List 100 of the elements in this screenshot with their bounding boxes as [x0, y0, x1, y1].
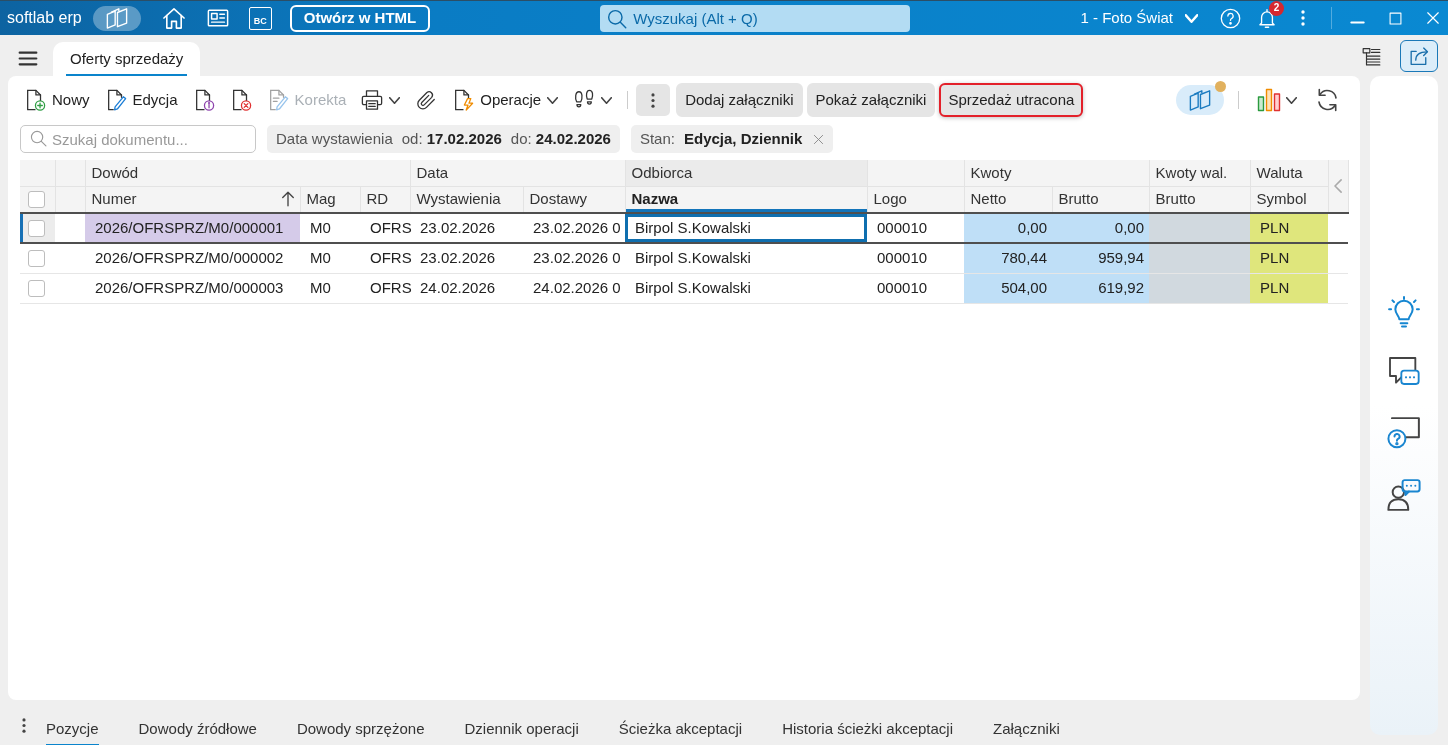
tab[interactable]: Dziennik operacji — [444, 706, 599, 745]
menu-icon[interactable] — [18, 51, 38, 66]
table-cell: 24.02.2026 — [410, 273, 524, 303]
table-cell: 23.02.2026 0 — [523, 213, 626, 243]
share-button[interactable] — [1400, 40, 1438, 72]
table-cell: 780,44 — [964, 243, 1053, 273]
caret-icon — [547, 96, 559, 104]
table-cell: OFRS — [360, 273, 411, 303]
pages-icon — [1189, 89, 1211, 111]
table-cell: 504,00 — [964, 273, 1053, 303]
column-group-header: Kwoty wal. — [1149, 160, 1251, 186]
notification-badge: 2 — [1269, 0, 1284, 16]
shortcut-button[interactable]: BC — [248, 6, 272, 30]
close-icon[interactable] — [813, 133, 825, 145]
table-cell: 23.02.2026 — [410, 213, 524, 243]
tab[interactable]: Ścieżka akceptacji — [598, 706, 763, 745]
column-group-header: Waluta — [1250, 160, 1329, 186]
filter-chip[interactable]: Data wystawienia od: 17.02.2026 do: 24.02.2026 — [267, 125, 620, 153]
help-chat-icon[interactable] — [1387, 416, 1421, 450]
table-cell: 23.02.2026 0 — [523, 243, 626, 273]
bar-chart-icon — [1257, 88, 1281, 112]
table-cell: 24.02.2026 0 — [523, 273, 626, 303]
printer-icon — [361, 88, 384, 112]
table-cell: 2026/OFRSPRZ/M0/000001 — [85, 213, 300, 243]
tab[interactable]: Dowody sprzężone — [276, 706, 445, 745]
table-row[interactable]: 2026/OFRSPRZ/M0/000002 M0 OFRS 23.02.2026 23.02.2026 0 Birpol S.Kowalski 000010 780,44 959,94 PLN — [20, 243, 1349, 273]
pages-icon — [105, 7, 128, 29]
checkbox[interactable] — [28, 219, 45, 237]
table-cell: 0,00 — [1052, 213, 1150, 243]
caret-icon — [601, 96, 613, 104]
more-vertical-icon[interactable] — [1301, 10, 1305, 26]
search-icon — [607, 8, 628, 29]
minimize-icon[interactable] — [1350, 20, 1365, 24]
table-cell: Birpol S.Kowalski — [625, 243, 868, 273]
table-cell: M0 — [300, 243, 360, 273]
app-logo: softlab erp — [7, 8, 82, 28]
list-tree-icon[interactable] — [1361, 47, 1382, 67]
checkbox[interactable] — [28, 249, 45, 267]
table-cell: PLN — [1250, 243, 1329, 273]
table-row[interactable]: 2026/OFRSPRZ/M0/000003 M0 OFRS 24.02.2026 24.02.2026 0 Birpol S.Kowalski 000010 504,00 619,92 PLN — [20, 273, 1349, 303]
column-group-header: Dowód — [85, 160, 411, 186]
caret-icon — [389, 96, 401, 104]
doc-plus-icon — [24, 88, 46, 112]
chat-icon[interactable] — [1387, 356, 1421, 388]
status-dot-icon — [1215, 81, 1226, 92]
open-html-button[interactable]: Otwórz w HTML — [289, 4, 431, 32]
column-group-header: Kwoty — [964, 160, 1150, 186]
tab[interactable]: Dowody źródłowe — [118, 706, 277, 745]
search-icon — [30, 130, 47, 147]
tab[interactable]: Pozycje — [26, 706, 119, 745]
filter-chip[interactable]: Stan: Edycja, Dziennik — [630, 125, 834, 153]
paperclip-icon — [415, 88, 438, 112]
sort-arrow-up-icon — [281, 191, 294, 208]
action-button[interactable]: Pokaż załączniki — [806, 83, 936, 117]
more-vertical-icon — [651, 92, 656, 108]
table-cell: 2026/OFRSPRZ/M0/000003 — [85, 273, 300, 303]
tab[interactable]: Załączniki — [973, 706, 1080, 745]
table-cell: PLN — [1250, 273, 1329, 303]
chart-dropdown[interactable] — [1257, 88, 1297, 112]
home-icon[interactable] — [161, 6, 186, 30]
refresh-icon[interactable] — [1315, 88, 1340, 112]
maximize-icon[interactable] — [1389, 11, 1402, 25]
toolbar-button[interactable]: Operacje — [452, 84, 559, 116]
action-button[interactable]: Dodaj załączniki — [676, 83, 803, 117]
table-cell: 2026/OFRSPRZ/M0/000002 — [85, 243, 300, 273]
share-icon — [1408, 46, 1430, 66]
newspaper-icon[interactable] — [205, 7, 230, 29]
table-cell: 619,92 — [1052, 273, 1150, 303]
table-cell: Birpol S.Kowalski — [625, 273, 868, 303]
more-button[interactable] — [636, 84, 671, 116]
people-chat-icon[interactable] — [1387, 478, 1421, 512]
search-field[interactable]: Wyszukaj (Alt + Q) — [600, 4, 911, 32]
more-vertical-icon[interactable] — [22, 718, 26, 733]
column-group-header: Odbiorca — [625, 160, 868, 186]
table-cell: 959,94 — [1052, 243, 1150, 273]
checkbox[interactable] — [28, 191, 45, 208]
company-selector[interactable]: 1 - Foto Świat — [1080, 6, 1198, 30]
table-cell: OFRS — [360, 213, 411, 243]
tab[interactable]: Oferty sprzedaży — [53, 42, 201, 76]
help-icon[interactable] — [1220, 7, 1241, 29]
caret-icon — [1286, 96, 1297, 104]
checkbox[interactable] — [28, 279, 45, 297]
table-cell: PLN — [1250, 213, 1329, 243]
table-cell: 0,00 — [964, 213, 1053, 243]
table-cell: M0 — [300, 213, 360, 243]
table-cell: OFRS — [360, 243, 411, 273]
toolbar-button[interactable]: Nowy — [24, 84, 90, 116]
action-button[interactable]: Sprzedaż utracona — [939, 83, 1084, 117]
search-field[interactable]: Szukaj dokumentu... — [20, 125, 256, 153]
toolbar-button[interactable]: Edycja — [104, 84, 178, 116]
table-cell: Birpol S.Kowalski — [625, 213, 868, 243]
column-group-header: Data — [410, 160, 626, 186]
table-cell: M0 — [300, 273, 360, 303]
table-row[interactable]: 2026/OFRSPRZ/M0/000001 M0 OFRS 23.02.2026 23.02.2026 0 Birpol S.Kowalski 000010 0,00 0,00 PLN — [20, 213, 1349, 243]
chevron-down-icon — [1185, 13, 1198, 23]
tab[interactable]: Historia ścieżki akceptacji — [762, 706, 974, 745]
table-cell: 23.02.2026 — [410, 243, 524, 273]
lightbulb-icon[interactable] — [1388, 296, 1420, 328]
doc-lightning-icon — [452, 88, 475, 112]
documents-button[interactable] — [92, 5, 141, 31]
